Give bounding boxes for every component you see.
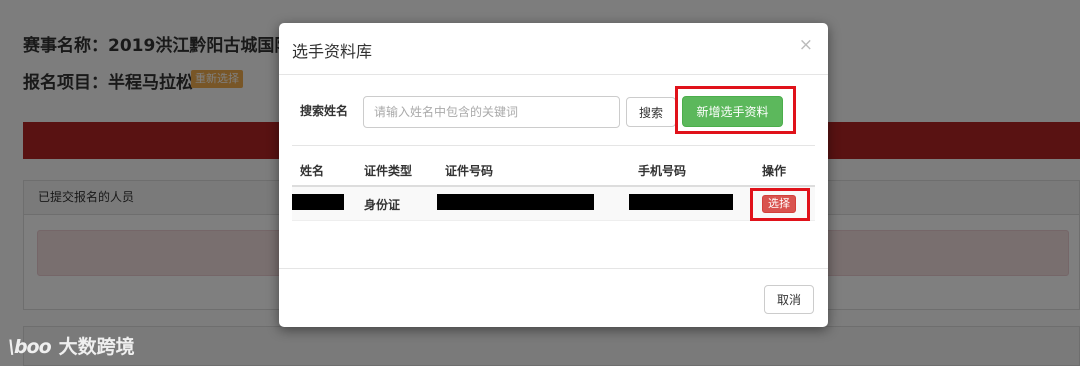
table-header: 姓名 证件类型 证件号码 手机号码 操作 bbox=[292, 146, 815, 187]
dialog-header: 选手资料库 × bbox=[279, 23, 828, 75]
select-player-button[interactable]: 选择 bbox=[762, 195, 796, 213]
watermark-text: 大数跨境 bbox=[58, 336, 135, 358]
search-button[interactable]: 搜索 bbox=[626, 97, 676, 127]
watermark: \boo 大数跨境 bbox=[8, 332, 135, 359]
dialog-title: 选手资料库 bbox=[292, 42, 373, 61]
redacted-id-number bbox=[437, 194, 594, 210]
search-label: 搜索姓名 bbox=[300, 104, 349, 118]
redacted-phone bbox=[629, 194, 733, 210]
header-id-number: 证件号码 bbox=[445, 164, 494, 178]
search-input[interactable] bbox=[363, 96, 620, 128]
header-phone: 手机号码 bbox=[638, 164, 687, 178]
redacted-name bbox=[292, 194, 344, 210]
player-library-dialog: 选手资料库 × 搜索姓名 搜索 新增选手资料 姓名 证件类型 证件号码 手机号码… bbox=[279, 23, 828, 327]
dialog-footer: 取消 bbox=[279, 268, 828, 327]
header-action: 操作 bbox=[762, 164, 787, 178]
add-player-button[interactable]: 新增选手资料 bbox=[682, 96, 783, 127]
close-icon[interactable]: × bbox=[799, 35, 813, 55]
header-id-type: 证件类型 bbox=[364, 164, 413, 178]
cell-id-type: 身份证 bbox=[364, 198, 401, 212]
players-table: 姓名 证件类型 证件号码 手机号码 操作 身份证 选择 bbox=[292, 145, 815, 221]
cancel-button[interactable]: 取消 bbox=[764, 285, 814, 314]
watermark-logo-icon: \boo bbox=[8, 336, 52, 358]
table-row: 身份证 选择 bbox=[292, 187, 815, 221]
header-name: 姓名 bbox=[300, 164, 325, 178]
